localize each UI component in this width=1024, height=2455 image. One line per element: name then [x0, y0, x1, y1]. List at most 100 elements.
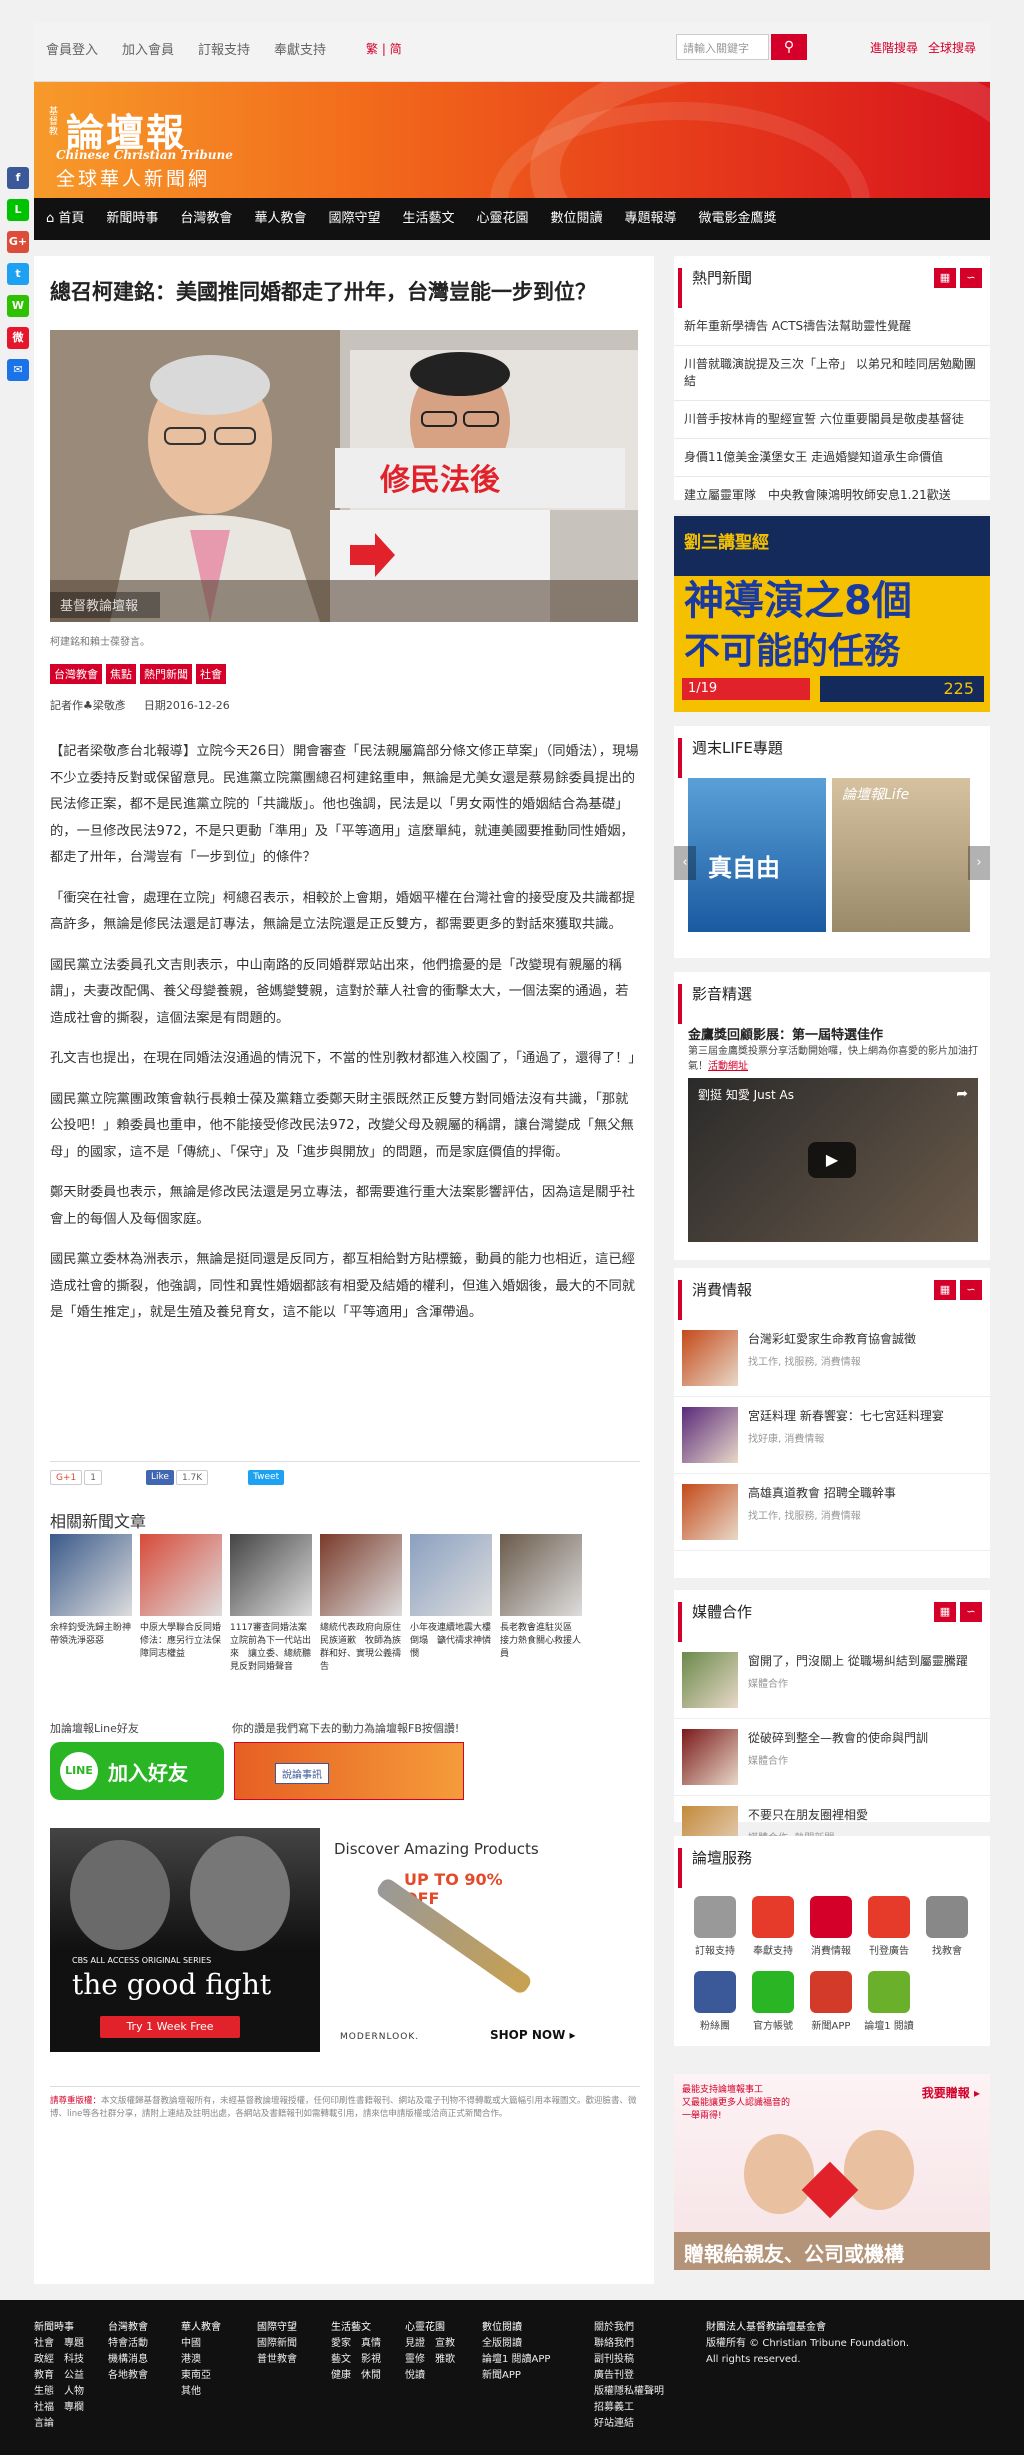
related-thumbnail[interactable] — [500, 1534, 582, 1616]
footer-link[interactable]: 其他 — [181, 2384, 221, 2400]
footer-link[interactable]: 中國 — [181, 2336, 221, 2352]
footer-link[interactable]: 教育 公益 — [34, 2368, 84, 2384]
line-share-icon[interactable]: L — [7, 199, 29, 221]
footer-link[interactable]: 言論 — [34, 2416, 84, 2432]
footer-link[interactable]: 港澳 — [181, 2352, 221, 2368]
related-thumbnail[interactable] — [230, 1534, 312, 1616]
join-link[interactable]: 加入會員 — [122, 39, 174, 58]
footer-link[interactable]: 新聞APP — [482, 2368, 550, 2384]
ad-modernlook[interactable]: Discover Amazing Products UP TO 90% OFF … — [320, 1828, 596, 2052]
twitter-share-icon[interactable]: t — [7, 263, 29, 285]
item-thumbnail[interactable] — [682, 1330, 738, 1386]
rss-icon[interactable]: ∽ — [960, 1280, 982, 1300]
tag-link[interactable]: 熱門新聞 — [140, 664, 192, 684]
item-thumbnail[interactable] — [682, 1729, 738, 1785]
footer-link[interactable]: 副刊投稿 — [594, 2352, 664, 2368]
google-plus-button[interactable]: G+1 — [50, 1470, 83, 1485]
footer-heading[interactable]: 台灣教會 — [108, 2320, 148, 2336]
tweet-button[interactable]: Tweet — [248, 1470, 285, 1485]
nav-news[interactable]: 新聞時事 — [95, 198, 169, 240]
related-thumbnail[interactable] — [50, 1534, 132, 1616]
promo-banner[interactable]: 劉三講聖經 神導演之8個 不可能的任務 1/19 225 — [674, 516, 990, 712]
tag-link[interactable]: 焦點 — [106, 664, 136, 684]
footer-link[interactable]: 東南亞 — [181, 2368, 221, 2384]
nav-taiwan-church[interactable]: 台灣教會 — [169, 198, 243, 240]
service-link[interactable]: 新聞APP — [804, 1971, 858, 2032]
related-article[interactable]: 總統代表政府向原住民族道歉 牧師為族群和好、實現公義禱告 — [320, 1534, 402, 1674]
related-article-title[interactable]: 中原大學聯合反同婚修法：應另行立法保障同志權益 — [140, 1622, 222, 1661]
footer-link[interactable]: 關於我們 — [594, 2320, 664, 2336]
item-thumbnail[interactable] — [682, 1484, 738, 1540]
footer-link[interactable]: 生態 人物 — [34, 2384, 84, 2400]
footer-link[interactable]: 藝文 影視 — [331, 2352, 381, 2368]
hot-news-item[interactable]: 川普手按林肯的聖經宣誓 六位重要閣員是敬虔基督徒 — [674, 401, 990, 439]
service-link[interactable]: 官方帳號 — [746, 1971, 800, 2032]
video-player[interactable]: 劉挺 知愛 Just As ▶ ➦ — [688, 1078, 978, 1242]
service-link[interactable]: 奉獻支持 — [746, 1896, 800, 1957]
item-title[interactable]: 台灣彩虹愛家生命教育協會誠徵 — [748, 1330, 916, 1347]
weibo-share-icon[interactable]: 微 — [7, 327, 29, 349]
item-title[interactable]: 窗開了，門沒關上 從職場糾結到屬靈騰躍 — [748, 1652, 968, 1669]
nav-soul-garden[interactable]: 心靈花園 — [465, 198, 539, 240]
rss-icon[interactable]: ∽ — [960, 1602, 982, 1622]
related-thumbnail[interactable] — [410, 1534, 492, 1616]
donate-banner[interactable]: 最能支持論壇報事工 又最能讓更多人認識福音的 一舉兩得! 我要贈報 ▸ 贈報給親友、… — [674, 2074, 990, 2270]
list-item[interactable]: 高雄真道教會 招聘全職幹事 找工作, 找服務, 消費情報 — [674, 1474, 990, 1551]
tag-link[interactable]: 社會 — [196, 664, 226, 684]
footer-link[interactable]: 好站連結 — [594, 2416, 664, 2432]
footer-link[interactable]: 機構消息 — [108, 2352, 148, 2368]
item-title[interactable]: 高雄真道教會 招聘全職幹事 — [748, 1484, 896, 1501]
related-article[interactable]: 余梓鈞受洗歸主盼神帶領洗淨惡惡 — [50, 1534, 132, 1674]
footer-link[interactable]: 版權所有 © Christian Tribune Foundation. — [706, 2336, 909, 2352]
subscribe-link[interactable]: 訂報支持 — [198, 39, 250, 58]
grid-icon[interactable]: ▦ — [934, 1602, 956, 1622]
footer-link[interactable]: 國際新聞 — [257, 2336, 297, 2352]
footer-heading[interactable]: 國際守望 — [257, 2320, 297, 2336]
footer-link[interactable]: 版權隱私權聲明 — [594, 2384, 664, 2400]
footer-link[interactable]: 普世教會 — [257, 2352, 297, 2368]
tag-link[interactable]: 台灣教會 — [50, 664, 102, 684]
search-button[interactable]: ⚲ — [771, 34, 807, 60]
item-title[interactable]: 不要只在朋友圈裡相愛 — [748, 1806, 868, 1823]
search-input[interactable]: 請輸入關鍵字 — [676, 34, 769, 60]
advanced-search-link[interactable]: 進階搜尋 — [870, 39, 918, 56]
carousel-next-icon[interactable]: › — [968, 846, 990, 880]
nav-life-arts[interactable]: 生活藝文 — [391, 198, 465, 240]
service-link[interactable]: 粉絲團 — [688, 1971, 742, 2032]
hot-news-item[interactable]: 身價11億美金漢堡女王 走過婚變知道承生命價值 — [674, 439, 990, 477]
service-link[interactable]: 訂報支持 — [688, 1896, 742, 1957]
grid-icon[interactable]: ▦ — [934, 1280, 956, 1300]
wechat-share-icon[interactable]: W — [7, 295, 29, 317]
item-title[interactable]: 宮廷料理 新春饗宴：七七宮廷料理宴 — [748, 1407, 944, 1424]
nav-home[interactable]: ⌂ 首頁 — [46, 198, 95, 240]
life-cover[interactable]: 論壇報Life — [832, 778, 970, 932]
grid-icon[interactable]: ▦ — [934, 268, 956, 288]
related-article-title[interactable]: 總統代表政府向原住民族道歉 牧師為族群和好、實現公義禱告 — [320, 1622, 402, 1674]
list-item[interactable]: 從破碎到整全—教會的使命與門訓 媒體合作 — [674, 1719, 990, 1796]
donate-link[interactable]: 我要贈報 ▸ — [922, 2084, 980, 2101]
footer-link[interactable]: All rights reserved. — [706, 2352, 909, 2368]
related-article[interactable]: 小年夜連續地震大樓倒塌 籲代禱求神憐憫 — [410, 1534, 492, 1674]
language-switch[interactable]: 繁 | 简 — [366, 40, 402, 57]
nav-special-reports[interactable]: 專題報導 — [614, 198, 688, 240]
footer-link[interactable]: 論壇1 閱讀APP — [482, 2352, 550, 2368]
footer-heading[interactable]: 數位閱讀 — [482, 2320, 550, 2336]
footer-link[interactable]: 社福 專欄 — [34, 2400, 84, 2416]
related-thumbnail[interactable] — [140, 1534, 222, 1616]
nav-international[interactable]: 國際守望 — [317, 198, 391, 240]
ad-shop-button[interactable]: SHOP NOW ▸ — [490, 2028, 576, 2042]
footer-link[interactable]: 政經 科技 — [34, 2352, 84, 2368]
related-article-title[interactable]: 1117審查同婚法案 立院前為下一代站出來 讓立委、總統聽見反對同婚聲音 — [230, 1622, 316, 1674]
footer-heading[interactable]: 心靈花園 — [405, 2320, 455, 2336]
related-article-title[interactable]: 長老教會進駐災區 接力熱食關心救援人員 — [500, 1622, 582, 1661]
item-thumbnail[interactable] — [682, 1407, 738, 1463]
related-thumbnail[interactable] — [320, 1534, 402, 1616]
footer-link[interactable]: 全版閱讀 — [482, 2336, 550, 2352]
footer-link[interactable]: 各地教會 — [108, 2368, 148, 2384]
life-cover[interactable]: 真自由 — [688, 778, 826, 932]
hot-news-item[interactable]: 建立屬靈軍隊 中央教會陳鴻明牧師安息1.21歡送 — [674, 477, 990, 515]
share-icon[interactable]: ➦ — [956, 1086, 968, 1102]
footer-link[interactable]: 廣告刊登 — [594, 2368, 664, 2384]
advertisement[interactable]: CBS ALL ACCESS ORIGINAL SERIES the good … — [50, 1828, 598, 2052]
play-icon[interactable]: ▶ — [808, 1142, 856, 1178]
